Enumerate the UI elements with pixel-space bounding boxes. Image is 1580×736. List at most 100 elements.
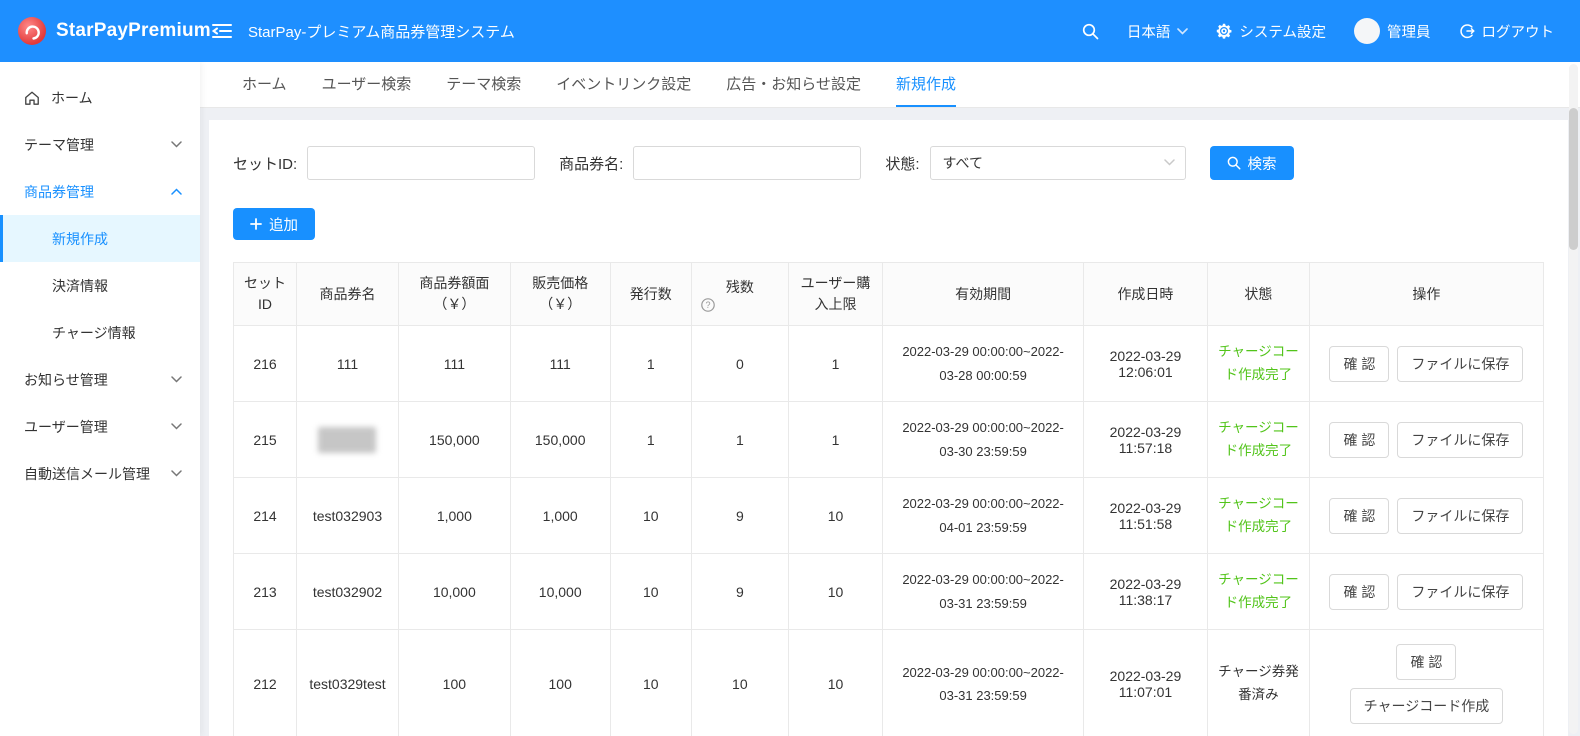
cell-name: test0329test [297, 630, 399, 736]
starpay-logo-icon [18, 17, 46, 45]
chevron-down-icon [1177, 28, 1188, 35]
action-button[interactable]: チャージコード作成 [1350, 688, 1504, 724]
chevron-down-icon [171, 376, 182, 383]
admin-user[interactable]: 管理員 [1354, 18, 1431, 44]
language-selector[interactable]: 日本語 [1127, 21, 1189, 42]
sidebar-item-payment-info[interactable]: 決済情報 [0, 262, 200, 309]
topbar-right: 日本語 システム設定 管理員 ログアウト [1082, 18, 1554, 44]
tab-ad-notice[interactable]: 広告・お知らせ設定 [726, 62, 861, 107]
tab-user-search[interactable]: ユーザー検索 [322, 62, 412, 107]
help-icon[interactable]: ? [701, 298, 715, 312]
brand[interactable]: StarPayPremium [0, 17, 200, 45]
sidebar-item-label: ホーム [51, 88, 93, 108]
sidebar-item-notice[interactable]: お知らせ管理 [0, 356, 200, 403]
cell-actions: 確 認ファイルに保存 [1309, 478, 1543, 554]
sidebar-item-voucher[interactable]: 商品券管理 [0, 168, 200, 215]
column-header-validity: 有効期間 [883, 263, 1084, 326]
tab-event-link[interactable]: イベントリンク設定 [556, 62, 691, 107]
action-button[interactable]: ファイルに保存 [1397, 422, 1523, 458]
sidebar-item-charge-info[interactable]: チャージ情報 [0, 309, 200, 356]
table-row: 213test03290210,00010,000109102022-03-29… [234, 554, 1544, 630]
content-area: セットID: 商品券名: 状態: すべて 検索 追加 [200, 108, 1580, 736]
cell-created-at: 2022-03-29 12:06:01 [1083, 326, 1207, 402]
cell-purchase-limit: 10 [788, 478, 883, 554]
tab-theme-search[interactable]: テーマ検索 [446, 62, 521, 107]
table-body: 2161111111111012022-03-29 00:00:00~2022-… [234, 326, 1544, 736]
action-button[interactable]: 確 認 [1329, 346, 1389, 382]
column-header-name: 商品券名 [297, 263, 399, 326]
cell-set-id: 216 [234, 326, 297, 402]
sidebar-item-label: 自動送信メール管理 [24, 464, 150, 484]
action-button[interactable]: ファイルに保存 [1397, 346, 1523, 382]
sidebar-item-user[interactable]: ユーザー管理 [0, 403, 200, 450]
sidebar-item-home[interactable]: ホーム [0, 74, 200, 121]
sidebar-item-label: お知らせ管理 [24, 370, 108, 390]
table-row: 2161111111111012022-03-29 00:00:00~2022-… [234, 326, 1544, 402]
admin-label: 管理員 [1387, 21, 1431, 42]
logout-button[interactable]: ログアウト [1459, 21, 1555, 42]
add-button[interactable]: 追加 [233, 208, 315, 240]
menu-collapse-icon[interactable] [212, 22, 232, 40]
tab-new-create[interactable]: 新規作成 [896, 62, 956, 107]
sidebar-item-theme[interactable]: テーマ管理 [0, 121, 200, 168]
cell-name: test032903 [297, 478, 399, 554]
cell-purchase-limit: 1 [788, 402, 883, 478]
content-card: セットID: 商品券名: 状態: すべて 検索 追加 [209, 120, 1568, 736]
cell-set-id: 213 [234, 554, 297, 630]
sidebar-item-label: 決済情報 [52, 276, 108, 296]
top-header: StarPayPremium StarPay-プレミアム商品券管理システム 日本… [0, 0, 1580, 62]
cell-status: チャージ券発番済み [1208, 630, 1310, 736]
set-id-input[interactable] [307, 146, 535, 180]
chevron-down-icon [1164, 159, 1175, 166]
cell-remaining: 9 [692, 554, 789, 630]
tab-bar: ホーム ユーザー検索 テーマ検索 イベントリンク設定 広告・お知らせ設定 新規作… [200, 62, 1580, 108]
cell-issued: 10 [610, 554, 691, 630]
scrollbar-thumb[interactable] [1569, 108, 1578, 250]
column-header-issued: 発行数 [610, 263, 691, 326]
avatar [1354, 18, 1380, 44]
gear-icon [1216, 23, 1232, 39]
sidebar-item-auto-mail[interactable]: 自動送信メール管理 [0, 450, 200, 497]
table-row: 214test0329031,0001,000109102022-03-29 0… [234, 478, 1544, 554]
status-select-value: すべて [943, 153, 983, 173]
filter-bar: セットID: 商品券名: 状態: すべて 検索 [233, 146, 1544, 180]
vertical-scrollbar[interactable] [1569, 64, 1578, 734]
cell-status: チャージコード作成完了 [1208, 478, 1310, 554]
status-select[interactable]: すべて [930, 146, 1186, 180]
cell-name: 111 [297, 326, 399, 402]
language-label: 日本語 [1127, 21, 1171, 42]
cell-actions: 確 認ファイルに保存 [1309, 402, 1543, 478]
action-button[interactable]: ファイルに保存 [1397, 574, 1523, 610]
cell-face-value: 150,000 [398, 402, 510, 478]
chevron-up-icon [171, 188, 182, 195]
chevron-down-icon [171, 423, 182, 430]
action-button[interactable]: 確 認 [1396, 644, 1456, 680]
cell-actions: 確 認ファイルに保存 [1309, 554, 1543, 630]
cell-issued: 10 [610, 630, 691, 736]
action-button[interactable]: ファイルに保存 [1397, 498, 1523, 534]
system-settings-button[interactable]: システム設定 [1216, 21, 1326, 42]
action-button[interactable]: 確 認 [1329, 422, 1389, 458]
redacted-name [318, 427, 376, 453]
cell-validity: 2022-03-29 00:00:00~2022-03-30 23:59:59 [883, 402, 1084, 478]
action-button[interactable]: 確 認 [1329, 498, 1389, 534]
search-button[interactable]: 検索 [1210, 146, 1294, 180]
action-button[interactable]: 確 認 [1329, 574, 1389, 610]
cell-created-at: 2022-03-29 11:57:18 [1083, 402, 1207, 478]
sidebar-item-voucher-create[interactable]: 新規作成 [0, 215, 200, 262]
cell-sale-price: 111 [510, 326, 610, 402]
cell-status: チャージコード作成完了 [1208, 554, 1310, 630]
logout-label: ログアウト [1482, 21, 1555, 42]
column-header-actions: 操作 [1309, 263, 1543, 326]
search-icon [1227, 156, 1241, 170]
tab-home[interactable]: ホーム [242, 62, 287, 107]
voucher-name-input[interactable] [633, 146, 861, 180]
cell-issued: 1 [610, 402, 691, 478]
cell-sale-price: 1,000 [510, 478, 610, 554]
sidebar-item-label: テーマ管理 [24, 135, 94, 155]
search-icon[interactable] [1082, 23, 1099, 40]
cell-sale-price: 150,000 [510, 402, 610, 478]
sidebar-item-label: 商品券管理 [24, 182, 94, 202]
cell-validity: 2022-03-29 00:00:00~2022-03-31 23:59:59 [883, 554, 1084, 630]
cell-remaining: 9 [692, 478, 789, 554]
